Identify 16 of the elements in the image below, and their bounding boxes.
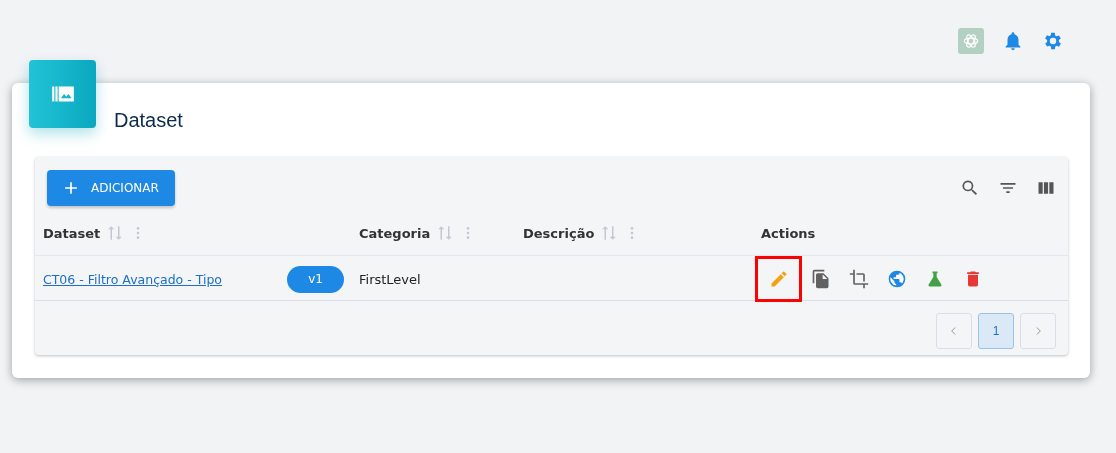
page-title: Dataset — [114, 108, 183, 132]
globe-icon[interactable] — [887, 269, 907, 289]
table-cell: FirstLevel — [359, 271, 421, 287]
ai-logo-icon[interactable] — [958, 28, 984, 54]
column-header[interactable]: Actions — [761, 225, 816, 241]
version-chip: v1 — [287, 265, 344, 293]
column-header[interactable]: Categoria — [359, 225, 431, 241]
dataset-link[interactable]: CT06 - Filtro Avançado - Tipo — [43, 271, 223, 287]
settings-icon[interactable] — [1042, 30, 1064, 52]
page-button[interactable]: 1 — [978, 313, 1014, 349]
column-header[interactable]: Dataset — [43, 225, 101, 241]
crop-icon[interactable] — [849, 269, 869, 289]
column-header[interactable]: Descrição — [523, 225, 595, 241]
add-button[interactable]: ADICIONAR — [47, 170, 175, 206]
search-icon[interactable] — [960, 178, 980, 198]
copy-icon[interactable] — [811, 269, 831, 289]
